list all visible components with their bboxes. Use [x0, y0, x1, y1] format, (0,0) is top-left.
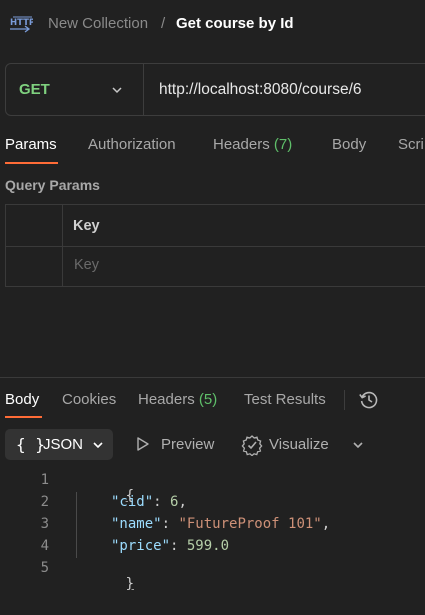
table-column-divider	[62, 205, 63, 286]
preview-button[interactable]: Preview	[161, 436, 214, 453]
visualize-button[interactable]: Visualize	[269, 436, 329, 453]
json-value: "FutureProof 101"	[178, 516, 322, 532]
response-panel: Body Cookies Headers (5) Test Results { …	[0, 377, 425, 615]
request-header: HTTP New Collection / Get course by Id	[0, 0, 425, 50]
play-icon[interactable]	[136, 436, 150, 452]
response-body-viewer[interactable]: 1 2 3 4 5 { "cid": 6, "name": "FuturePro…	[0, 468, 425, 592]
braces-icon: { }	[16, 435, 45, 454]
chevron-down-icon	[93, 442, 103, 449]
svg-text:HTTP: HTTP	[10, 18, 33, 28]
query-params-table: Key Key	[5, 204, 425, 287]
response-headers-label: Headers	[138, 391, 195, 408]
query-params-title: Query Params	[5, 177, 100, 193]
response-headers-count: (5)	[198, 391, 218, 408]
code-line: "cid": 6,	[111, 494, 187, 510]
breadcrumb-collection[interactable]: New Collection	[48, 15, 148, 32]
tab-authorization[interactable]: Authorization	[88, 136, 176, 153]
chevron-down-icon[interactable]	[110, 83, 124, 97]
request-title[interactable]: Get course by Id	[176, 15, 294, 32]
json-colon: :	[153, 494, 171, 510]
history-icon[interactable]	[358, 389, 380, 411]
json-value: 599.0	[186, 538, 230, 554]
line-number: 2	[40, 494, 49, 510]
code-line: "price": 599.0	[111, 538, 229, 554]
code-line: }	[75, 560, 134, 608]
url-input[interactable]: http://localhost:8080/course/6	[159, 81, 362, 99]
request-tabs: Params Authorization Headers (7) Body Sc…	[0, 132, 425, 166]
url-divider	[143, 64, 144, 115]
visualize-icon[interactable]	[241, 434, 263, 456]
json-key: "price"	[111, 538, 171, 554]
http-icon: HTTP	[10, 16, 33, 33]
line-number: 1	[40, 472, 49, 488]
tab-headers-count: (7)	[273, 136, 293, 153]
json-close-brace: }	[125, 576, 135, 592]
json-comma: ,	[321, 516, 331, 532]
code-line: "name": "FutureProof 101",	[111, 516, 330, 532]
json-colon: :	[170, 538, 187, 554]
format-select[interactable]: { } JSON	[5, 429, 113, 460]
method-select[interactable]: GET	[19, 81, 50, 98]
json-key: "cid"	[111, 494, 154, 510]
key-column-header: Key	[73, 218, 100, 234]
line-number: 3	[40, 516, 49, 532]
line-number: 5	[40, 560, 49, 576]
active-tab-indicator	[5, 162, 58, 164]
json-comma: ,	[178, 494, 187, 510]
response-tab-body[interactable]: Body	[5, 391, 39, 408]
table-row-divider	[6, 246, 425, 247]
format-label: JSON	[43, 436, 84, 453]
url-bar: GET http://localhost:8080/course/6	[5, 63, 425, 116]
json-key: "name"	[111, 516, 162, 532]
tab-headers[interactable]: Headers (7)	[213, 136, 292, 153]
response-tab-headers[interactable]: Headers (5)	[138, 391, 217, 408]
response-tab-cookies[interactable]: Cookies	[62, 391, 116, 408]
tab-params[interactable]: Params	[5, 136, 57, 153]
response-tab-test-results[interactable]: Test Results	[244, 391, 326, 408]
tab-headers-label: Headers	[213, 136, 270, 153]
breadcrumb-separator: /	[161, 15, 166, 32]
tab-body[interactable]: Body	[332, 136, 366, 153]
response-tabs-divider	[344, 390, 345, 410]
chevron-down-icon[interactable]	[351, 438, 365, 452]
tab-scripts[interactable]: Scri	[398, 136, 424, 153]
line-number: 4	[40, 538, 49, 554]
active-response-tab-indicator	[5, 416, 42, 418]
json-colon: :	[161, 516, 179, 532]
key-input[interactable]: Key	[74, 257, 99, 273]
